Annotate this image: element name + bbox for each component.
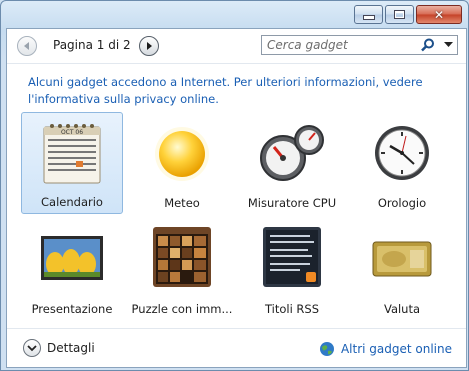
- online-gadgets-label: Altri gadget online: [340, 342, 452, 356]
- close-button[interactable]: ✕: [416, 5, 462, 24]
- privacy-info-text[interactable]: Alcuni gadget accedono a Internet. Per u…: [28, 74, 448, 108]
- chevron-down-icon[interactable]: [444, 42, 453, 48]
- gadget-label: Titoli RSS: [264, 302, 320, 316]
- gadget-label: Orologio: [377, 196, 427, 210]
- globe-icon: [319, 342, 334, 356]
- calendar-month: OCT 06: [61, 129, 83, 136]
- get-more-gadgets-link[interactable]: Altri gadget online: [319, 341, 452, 357]
- gadget-label: Calendario: [41, 195, 103, 209]
- cpu-meter-icon: [260, 125, 324, 181]
- gadget-slideshow[interactable]: Presentazione: [21, 218, 123, 320]
- gadget-label: Meteo: [164, 196, 200, 210]
- clock-icon: [375, 126, 429, 180]
- gadget-rss-headlines[interactable]: Titoli RSS: [241, 218, 343, 320]
- rss-icon: [263, 227, 321, 287]
- gadget-currency[interactable]: Valuta: [351, 218, 453, 320]
- chevron-down-icon: [27, 345, 37, 352]
- close-icon: ✕: [433, 7, 445, 22]
- search-icon[interactable]: [421, 38, 435, 52]
- sun-icon: [155, 127, 209, 181]
- page-indicator: Pagina 1 di 2: [53, 38, 131, 52]
- next-page-button[interactable]: [139, 36, 159, 56]
- previous-page-button[interactable]: [17, 36, 37, 56]
- calendar-icon: OCT 06: [43, 124, 101, 184]
- gadget-label: Puzzle con imm...: [131, 302, 233, 316]
- gadget-label: Misuratore CPU: [247, 196, 337, 210]
- minimize-button[interactable]: [354, 5, 383, 24]
- gadget-calendar[interactable]: OCT 06 Calendario: [21, 112, 123, 214]
- maximize-button[interactable]: [385, 5, 414, 24]
- caption-buttons: ✕: [352, 5, 462, 25]
- chevron-left-icon: [24, 42, 29, 50]
- gadget-clock[interactable]: Orologio: [351, 112, 453, 214]
- maximize-icon: [386, 6, 413, 23]
- search-input[interactable]: Cerca gadget: [261, 35, 458, 55]
- gadget-picture-puzzle[interactable]: Puzzle con imm...: [131, 218, 233, 320]
- gadget-label: Valuta: [383, 302, 421, 316]
- slideshow-icon: [41, 236, 103, 280]
- details-toggle-button[interactable]: [23, 339, 41, 357]
- gadget-label: Presentazione: [31, 302, 113, 316]
- puzzle-icon: [153, 227, 211, 287]
- gadget-weather[interactable]: Meteo: [131, 112, 233, 214]
- chevron-right-icon: [147, 42, 152, 50]
- search-placeholder: Cerca gadget: [267, 38, 348, 52]
- footer: Dettagli Altri gadget online: [7, 328, 466, 367]
- gadget-cpu-meter[interactable]: Misuratore CPU: [241, 112, 343, 214]
- minimize-icon: [355, 6, 382, 23]
- currency-icon: [372, 241, 432, 277]
- details-label[interactable]: Dettagli: [47, 341, 95, 355]
- gadget-gallery-window: ✕ Pagina 1 di 2 Cerca gadget Alcuni gadg…: [0, 0, 469, 371]
- toolbar: Pagina 1 di 2 Cerca gadget: [7, 29, 466, 64]
- gallery-content: Pagina 1 di 2 Cerca gadget Alcuni gadget…: [6, 28, 467, 368]
